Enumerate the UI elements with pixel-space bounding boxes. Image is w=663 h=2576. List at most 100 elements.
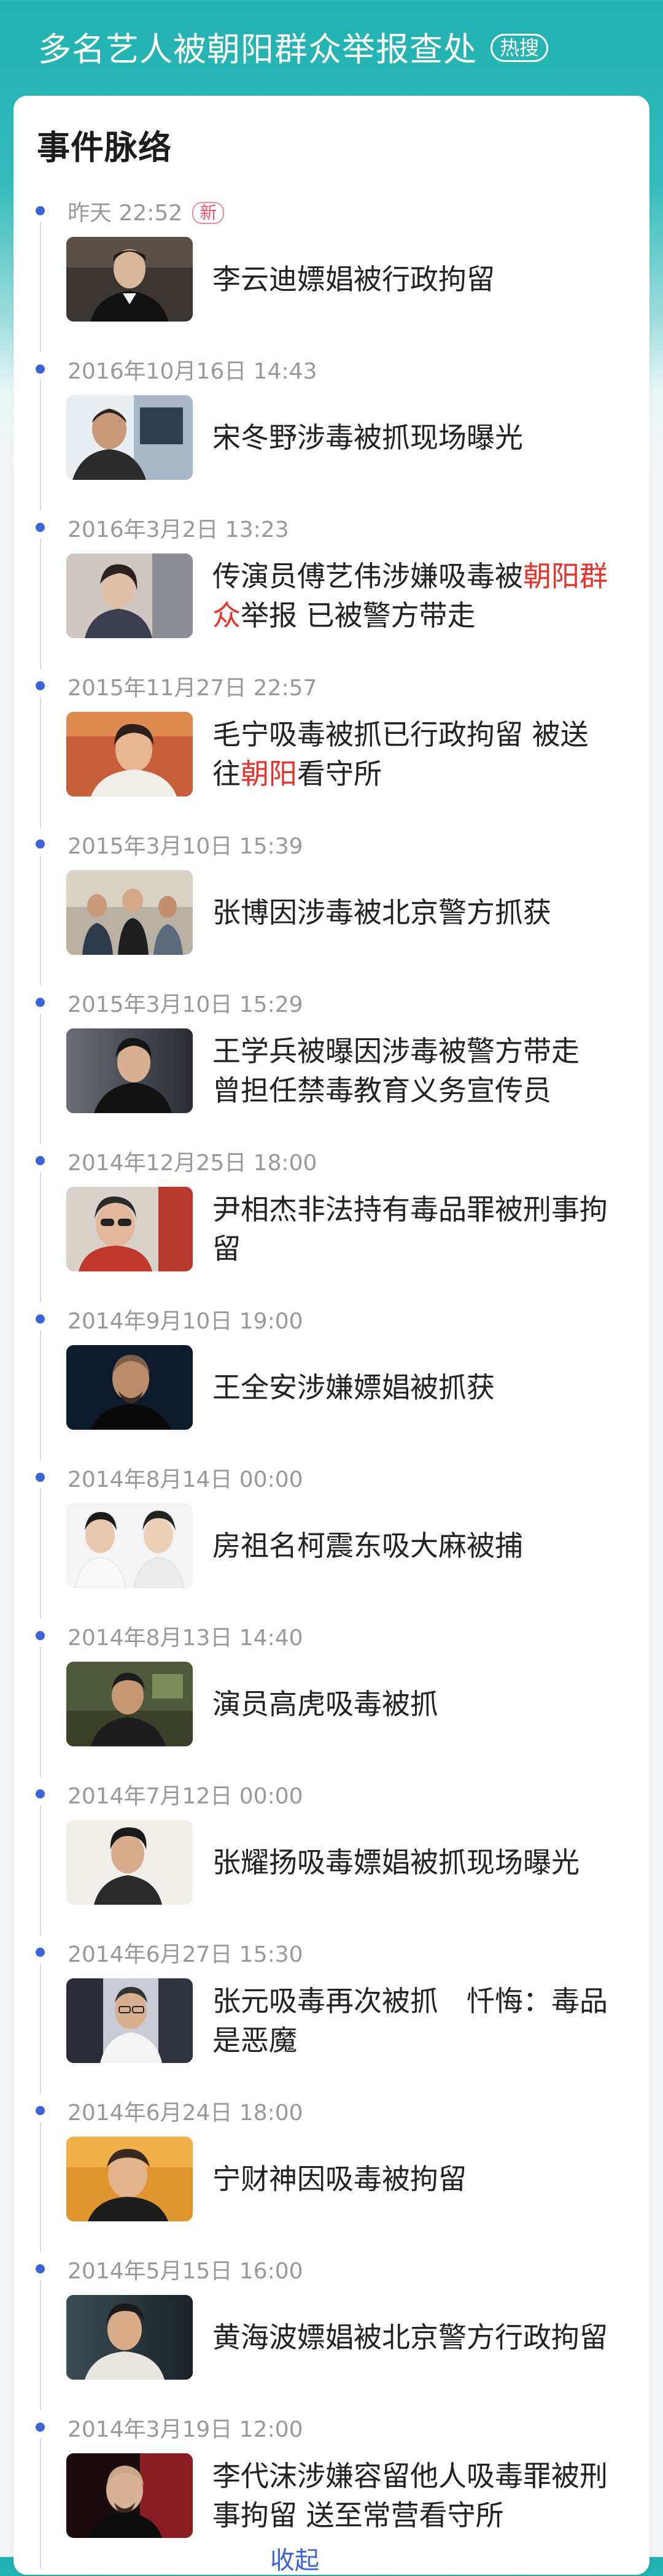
event-thumbnail[interactable]	[66, 1662, 193, 1746]
timeline-dot-icon	[36, 2423, 45, 2432]
timeline-dot-icon	[36, 998, 45, 1007]
page-title: 多名艺人被朝阳群众举报查处	[38, 29, 477, 69]
timeline-event[interactable]: 2014年5月15日 16:00 黄海波嫖娼被北京警方行政拘留	[14, 2252, 649, 2410]
timeline-event[interactable]: 2014年7月12日 00:00 张耀扬吸毒嫖娼被抓现场曝光	[14, 1777, 649, 1935]
event-thumbnail[interactable]	[66, 1028, 193, 1113]
event-time: 2014年8月13日 14:40	[68, 1625, 303, 1651]
timeline-event[interactable]: 2014年9月10日 19:00 王全安涉嫌嫖娼被抓获	[14, 1302, 649, 1460]
event-headline[interactable]: 宁财神因吸毒被拘留	[212, 2159, 642, 2199]
event-time: 2014年9月10日 19:00	[68, 1309, 303, 1334]
timeline-connector	[40, 2280, 41, 2410]
timeline-event[interactable]: 2015年3月10日 15:29 王学兵被曝因涉毒被警方带走 曾担任禁毒教育义务宣…	[14, 985, 649, 1144]
event-headline[interactable]: 毛宁吸毒被抓已行政拘留 被送 往朝阳看守所	[212, 715, 642, 793]
timeline-connector	[40, 1489, 41, 1619]
timeline-event[interactable]: 2016年3月2日 13:23 传演员傅艺伟涉嫌吸毒被朝阳群 众举报 已被警方带走	[14, 511, 649, 669]
timeline-dot-icon	[36, 1314, 45, 1324]
timeline-connector	[40, 697, 41, 827]
event-headline[interactable]: 尹相杰非法持有毒品罪被刑事拘留	[212, 1190, 642, 1268]
event-headline[interactable]: 黄海波嫖娼被北京警方行政拘留	[212, 2318, 642, 2357]
event-headline[interactable]: 张元吸毒再次被抓 忏悔：毒品 是恶魔	[212, 1981, 642, 2060]
timeline-event[interactable]: 2014年8月14日 00:00 房祖名柯震东吸大麻被捕	[14, 1460, 649, 1619]
timeline-event[interactable]: 2014年12月25日 18:00 尹相杰非法持有毒品罪被刑事拘留	[14, 1144, 649, 1302]
timeline-event[interactable]: 2014年3月19日 12:00 李代沫涉嫌容留他人吸毒罪被刑 事拘留 送至常营看…	[14, 2410, 649, 2569]
event-thumbnail[interactable]	[66, 237, 193, 322]
timeline-dot-icon	[36, 206, 45, 215]
event-headline[interactable]: 房祖名柯震东吸大麻被捕	[212, 1526, 642, 1565]
event-headline[interactable]: 张耀扬吸毒嫖娼被抓现场曝光	[212, 1843, 642, 1882]
timeline-dot-icon	[36, 2264, 45, 2273]
event-thumbnail[interactable]	[66, 2137, 193, 2221]
timeline-event[interactable]: 昨天 22:52 新 李云迪嫖娼被行政拘留	[14, 194, 649, 352]
timeline-event[interactable]: 2014年6月24日 18:00 宁财神因吸毒被拘留	[14, 2094, 649, 2252]
event-thumbnail[interactable]	[66, 1820, 193, 1905]
timeline-connector	[40, 1330, 41, 1460]
event-thumbnail[interactable]	[66, 553, 193, 638]
timeline-connector	[40, 2439, 41, 2569]
event-headline[interactable]: 王学兵被曝因涉毒被警方带走 曾担任禁毒教育义务宣传员	[212, 1032, 642, 1110]
hot-search-badge: 热搜	[490, 34, 549, 62]
timeline-event[interactable]: 2016年10月16日 14:43 宋冬野涉毒被抓现场曝光	[14, 352, 649, 511]
event-time: 2015年3月10日 15:29	[68, 992, 303, 1017]
timeline-event[interactable]: 2014年8月13日 14:40 演员高虎吸毒被抓	[14, 1619, 649, 1777]
timeline-connector	[40, 539, 41, 669]
event-time: 2015年11月27日 22:57	[68, 676, 317, 701]
timeline-event[interactable]: 2015年11月27日 22:57 毛宁吸毒被抓已行政拘留 被送 往朝阳看守所	[14, 669, 649, 827]
timeline-connector	[40, 1172, 41, 1302]
timeline-dot-icon	[36, 2106, 45, 2115]
timeline-dot-icon	[36, 1789, 45, 1799]
collapse-button[interactable]: 收起	[270, 2540, 319, 2576]
event-thumbnail[interactable]	[66, 870, 193, 955]
timeline-event[interactable]: 2014年6月27日 15:30 张元吸毒再次被抓 忏悔：毒品 是恶魔	[14, 1935, 649, 2094]
event-thumbnail[interactable]	[66, 1978, 193, 2063]
event-time: 2014年3月19日 12:00	[68, 2417, 303, 2442]
event-time: 2014年7月12日 00:00	[68, 1784, 303, 1809]
event-time: 2014年6月24日 18:00	[68, 2100, 303, 2126]
timeline-connector	[40, 1014, 41, 1144]
event-thumbnail[interactable]	[66, 1187, 193, 1271]
timeline-connector	[40, 1964, 41, 2094]
timeline-card: 事件脉络 昨天 22:52 新 李云迪嫖娼被行政拘留 2016年10月16日 14…	[14, 96, 649, 2575]
event-headline[interactable]: 李代沫涉嫌容留他人吸毒罪被刑 事拘留 送至常营看守所	[212, 2456, 642, 2535]
timeline-dot-icon	[36, 1156, 45, 1165]
highlight-keyword: 众	[212, 599, 241, 632]
event-thumbnail[interactable]	[66, 1503, 193, 1588]
event-time: 2016年10月16日 14:43	[68, 359, 317, 384]
event-headline[interactable]: 宋冬野涉毒被抓现场曝光	[212, 418, 642, 457]
timeline-event[interactable]: 2015年3月10日 15:39 张博因涉毒被北京警方抓获	[14, 827, 649, 985]
event-time: 2016年3月2日 13:23	[68, 517, 289, 542]
event-thumbnail[interactable]	[66, 712, 193, 796]
event-time: 2015年3月10日 15:39	[68, 834, 303, 859]
timeline-connector	[40, 2122, 41, 2252]
event-time: 2014年5月15日 16:00	[68, 2259, 303, 2284]
event-time: 2014年8月14日 00:00	[68, 1467, 303, 1492]
timeline-dot-icon	[36, 1473, 45, 1482]
highlight-keyword: 朝阳群	[523, 560, 608, 593]
timeline-connector	[40, 380, 41, 511]
card-title: 事件脉络	[37, 128, 172, 167]
event-time: 昨天 22:52 新	[68, 195, 225, 227]
timeline-dot-icon	[36, 681, 45, 690]
timeline-connector	[40, 1805, 41, 1935]
event-headline[interactable]: 王全安涉嫌嫖娼被抓获	[212, 1368, 642, 1407]
event-headline[interactable]: 演员高虎吸毒被抓	[212, 1684, 642, 1724]
header-bar: 多名艺人被朝阳群众举报查处 热搜	[0, 0, 663, 92]
timeline-connector	[40, 855, 41, 985]
timeline-dot-icon	[36, 1631, 45, 1640]
timeline-connector	[40, 1647, 41, 1777]
event-thumbnail[interactable]	[66, 2295, 193, 2380]
timeline-dot-icon	[36, 1948, 45, 1957]
event-headline[interactable]: 传演员傅艺伟涉嫌吸毒被朝阳群 众举报 已被警方带走	[212, 557, 642, 635]
event-time: 2014年6月27日 15:30	[68, 1942, 303, 1967]
event-headline[interactable]: 张博因涉毒被北京警方抓获	[212, 893, 642, 932]
event-thumbnail[interactable]	[66, 2453, 193, 2538]
new-badge: 新	[192, 202, 225, 224]
event-time: 2014年12月25日 18:00	[68, 1151, 317, 1176]
event-thumbnail[interactable]	[66, 1345, 193, 1430]
timeline-dot-icon	[36, 523, 45, 532]
timeline-connector	[40, 222, 41, 352]
event-headline[interactable]: 李云迪嫖娼被行政拘留	[212, 260, 642, 299]
timeline-dot-icon	[36, 839, 45, 849]
timeline-dot-icon	[36, 364, 45, 374]
highlight-keyword: 朝阳	[241, 757, 297, 790]
event-thumbnail[interactable]	[66, 395, 193, 480]
